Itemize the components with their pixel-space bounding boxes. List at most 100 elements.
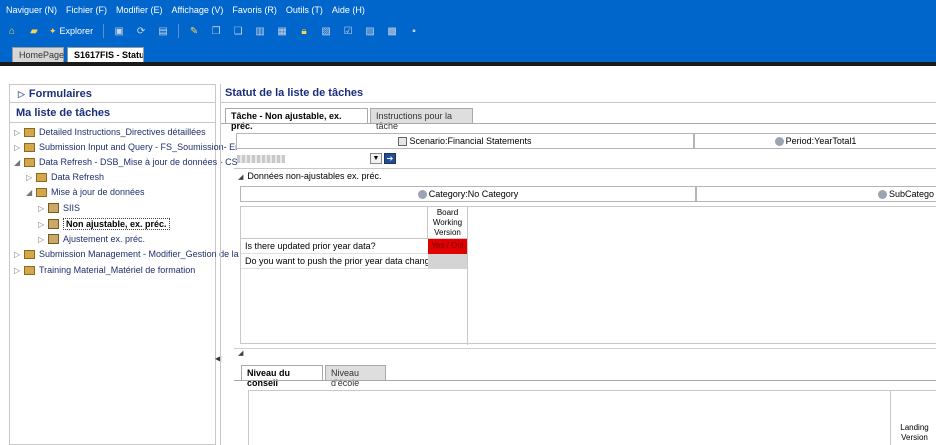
lower-data-grid: Landing Version: [248, 390, 936, 445]
menu-affichage[interactable]: Affichage (V): [172, 5, 224, 15]
chevron-down-icon[interactable]: ▼: [370, 153, 382, 164]
expand-arrow-icon[interactable]: ▷: [14, 250, 24, 259]
task-box-icon: [48, 234, 59, 244]
menu-bar: Naviguer (N) Fichier (F) Modifier (E) Af…: [0, 0, 936, 20]
tab-instructions[interactable]: Instructions pour la tâche: [370, 108, 473, 131]
pov-subcategory[interactable]: SubCatego: [696, 186, 936, 202]
toolbar-separator: [178, 24, 180, 38]
menu-fichier[interactable]: Fichier (F): [66, 5, 107, 15]
save-icon[interactable]: ▣: [112, 24, 126, 38]
adjust-icon[interactable]: ▥: [253, 24, 267, 38]
explorer-icon: ✦: [49, 25, 57, 36]
tree-item-training-material[interactable]: ▷ Training Material_Matériel de formation: [14, 265, 195, 275]
formulaires-header[interactable]: ▷ Formulaires: [10, 85, 215, 103]
tree-item-non-ajustable[interactable]: ▷ Non ajustable, ex. préc.: [38, 218, 170, 230]
copy-icon[interactable]: ❐: [209, 24, 223, 38]
menu-aide[interactable]: Aide (H): [332, 5, 365, 15]
tree-item-detailed-instructions[interactable]: ▷ Detailed Instructions_Directives détail…: [14, 127, 206, 137]
paste-icon[interactable]: ❏: [231, 24, 245, 38]
data-cell[interactable]: Yes / Oui: [428, 239, 468, 254]
explorer-label: Explorer: [59, 26, 94, 36]
formulaires-label: Formulaires: [28, 88, 92, 100]
expand-arrow-icon[interactable]: ▷: [14, 128, 24, 137]
tab-niveau-conseil[interactable]: Niveau du conseil: [241, 365, 323, 388]
lock-icon[interactable]: 🔒︎: [297, 24, 311, 38]
tab-divider: [234, 380, 936, 381]
explorer-button[interactable]: ✦ Explorer: [49, 26, 93, 37]
home-icon[interactable]: ⌂: [5, 24, 19, 38]
document-icon[interactable]: ▩: [385, 24, 399, 38]
expand-arrow-icon[interactable]: ▷: [38, 204, 48, 213]
tree-item-label: Detailed Instructions_Directives détaill…: [39, 127, 206, 137]
expand-arrow-icon[interactable]: ▷: [26, 173, 36, 182]
pov-category[interactable]: Category:No Category: [240, 186, 696, 202]
tab-row: HomePage S1617FIS - Statu: [0, 42, 936, 62]
data-cell[interactable]: [428, 254, 468, 269]
task-list-header: Ma liste de tâches: [10, 105, 215, 123]
tab-task[interactable]: Tâche - Non ajustable, ex. préc.: [225, 108, 368, 131]
tab-niveau-ecole[interactable]: Niveau d'école: [325, 365, 386, 388]
pov-scenario-label: Scenario:Financial Statements: [409, 136, 532, 146]
tab-homepage[interactable]: HomePage: [12, 47, 64, 62]
row-header: Is there updated prior year data?: [241, 239, 428, 254]
tree-item-mise-a-jour[interactable]: ◢ Mise à jour de données: [26, 187, 145, 197]
open-folder-icon[interactable]: ▰: [27, 24, 41, 38]
column-header: Landing Version: [890, 391, 936, 445]
edit-pencil-icon[interactable]: ✎: [187, 24, 201, 38]
collapse-arrow-icon[interactable]: ◢: [14, 158, 24, 167]
member-selector-icon: [417, 190, 427, 200]
collapse-triangle-icon[interactable]: ◢: [238, 174, 243, 181]
tree-item-siis[interactable]: ▷ SIIS: [38, 203, 80, 213]
tree-item-submission-input[interactable]: ▷ Submission Input and Query - FS_Soumiss…: [14, 142, 238, 152]
collapse-arrow-icon[interactable]: ◢: [26, 188, 36, 197]
toolbar-separator: [103, 24, 105, 38]
misc-icon[interactable]: ▪: [407, 24, 421, 38]
expand-arrow-icon[interactable]: ▷: [14, 266, 24, 275]
folder-icon: [24, 249, 35, 259]
folder-icon: [36, 187, 47, 197]
tree-item-label: Data Refresh - DSB_Mise à jour de donnée…: [39, 157, 238, 167]
menu-modifier[interactable]: Modifier (E): [116, 5, 163, 15]
cell-text-icon[interactable]: ▧: [319, 24, 333, 38]
section-splitter[interactable]: ◢: [234, 348, 936, 357]
expand-arrow-icon[interactable]: ▷: [38, 235, 48, 244]
pov-period-label: Period:YearTotal1: [785, 136, 857, 146]
folder-icon: [24, 265, 35, 275]
refresh-icon[interactable]: ⟳: [134, 24, 148, 38]
tree-item-submission-management[interactable]: ▷ Submission Management - Modifier_Gestio…: [14, 249, 239, 259]
menu-favoris[interactable]: Favoris (R): [232, 5, 277, 15]
go-arrow-icon[interactable]: ➔: [384, 153, 396, 164]
tree-item-data-refresh[interactable]: ▷ Data Refresh: [26, 172, 104, 182]
comment-icon[interactable]: ▨: [363, 24, 377, 38]
tree-item-label: Submission Input and Query - FS_Soumissi…: [39, 142, 239, 152]
expand-arrow-icon[interactable]: ▷: [14, 143, 24, 152]
expand-arrow-icon[interactable]: ▷: [38, 220, 48, 229]
menu-naviguer[interactable]: Naviguer (N): [6, 5, 57, 15]
tree-item-label: SIIS: [63, 203, 81, 213]
calculate-icon[interactable]: ▤: [156, 24, 170, 38]
pov-scenario[interactable]: Scenario:Financial Statements: [236, 133, 694, 149]
tree-item-data-refresh-dsb[interactable]: ◢ Data Refresh - DSB_Mise à jour de donné…: [14, 157, 238, 167]
title-divider: [221, 102, 936, 103]
approve-icon[interactable]: ☑: [341, 24, 355, 38]
tab-status[interactable]: S1617FIS - Statu: [67, 47, 144, 62]
pov-category-label: Category:No Category: [428, 189, 519, 199]
tree-item-label: Ajustement ex. préc.: [63, 234, 146, 244]
toolbar: ⌂ ▰ ✦ Explorer ▣ ⟳ ▤ ✎ ❐ ❏ ▥ ▦ 🔒︎ ▧ ☑ ▨ ▩…: [0, 20, 936, 42]
pov-period[interactable]: Period:YearTotal1: [694, 133, 936, 149]
left-panel: ▷ Formulaires Ma liste de tâches ▷ Detaile…: [9, 84, 239, 445]
data-grid: Board Working Version Is there updated p…: [240, 206, 936, 345]
tree-item-ajustement[interactable]: ▷ Ajustement ex. préc.: [38, 234, 145, 244]
menu-outils[interactable]: Outils (T): [286, 5, 323, 15]
grid-corner: [241, 207, 428, 239]
grid-icon[interactable]: ▦: [275, 24, 289, 38]
tab-underline: [0, 62, 936, 66]
pov-dropdown-value[interactable]: [237, 155, 285, 163]
collapse-triangle-icon[interactable]: ◢: [238, 349, 243, 357]
row-header: Do you want to push the prior year data …: [241, 254, 440, 269]
expand-triangle-icon: ▷: [18, 89, 25, 99]
grid-column-divider: [428, 269, 468, 345]
grid-section-header[interactable]: ◢ Données non-ajustables ex. préc.: [234, 168, 936, 184]
task-box-icon: [48, 203, 59, 213]
tree-item-label: Training Material_Matériel de formation: [39, 265, 196, 275]
